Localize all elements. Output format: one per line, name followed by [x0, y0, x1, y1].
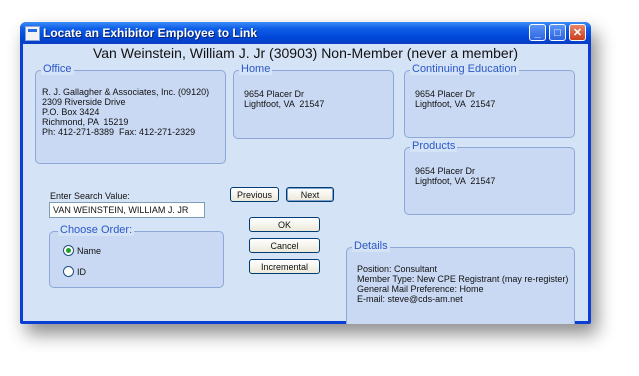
ok-button[interactable]: OK: [249, 217, 320, 232]
dialog-client: Van Weinstein, William J. Jr (30903) Non…: [23, 44, 588, 324]
details-group: Details Position: Consultant Member Type…: [346, 240, 575, 324]
close-icon: ✕: [572, 27, 583, 39]
search-label: Enter Search Value:: [50, 191, 130, 201]
window-title: Locate an Exhibitor Employee to Link: [43, 26, 258, 40]
continuing-education-label: Continuing Education: [410, 63, 519, 75]
office-label: Office: [41, 63, 74, 75]
search-input[interactable]: VAN WEINSTEIN, WILLIAM J. JR: [49, 202, 205, 218]
title-bar[interactable]: Locate an Exhibitor Employee to Link _ □…: [20, 22, 591, 44]
dialog-window: Locate an Exhibitor Employee to Link _ □…: [20, 22, 591, 324]
products-address: 9654 Placer Dr Lightfoot, VA 21547: [415, 166, 496, 186]
radio-checked-icon: [63, 245, 74, 256]
order-option-id-label: ID: [77, 266, 86, 277]
cancel-button[interactable]: Cancel: [249, 238, 320, 253]
choose-order-label: Choose Order:: [58, 224, 135, 236]
home-group: Home 9654 Placer Dr Lightfoot, VA 21547: [233, 63, 394, 139]
app-icon: [25, 26, 40, 41]
details-text: Position: Consultant Member Type: New CP…: [357, 264, 569, 304]
office-address: R. J. Gallagher & Associates, Inc. (0912…: [42, 87, 210, 137]
next-button[interactable]: Next: [286, 187, 334, 202]
continuing-education-group: Continuing Education 9654 Placer Dr Ligh…: [404, 63, 575, 138]
close-button[interactable]: ✕: [569, 24, 586, 41]
continuing-education-address: 9654 Placer Dr Lightfoot, VA 21547: [415, 89, 496, 109]
incremental-button[interactable]: Incremental: [249, 259, 320, 274]
maximize-icon: □: [554, 26, 561, 39]
minimize-icon: _: [534, 26, 541, 39]
products-label: Products: [410, 140, 458, 152]
minimize-button[interactable]: _: [529, 24, 546, 41]
products-group: Products 9654 Placer Dr Lightfoot, VA 21…: [404, 140, 575, 215]
details-label: Details: [352, 240, 390, 252]
home-label: Home: [239, 63, 273, 75]
order-option-name[interactable]: Name: [63, 245, 101, 256]
office-group: Office R. J. Gallagher & Associates, Inc…: [35, 63, 226, 164]
page-title: Van Weinstein, William J. Jr (30903) Non…: [92, 45, 519, 61]
previous-button[interactable]: Previous: [230, 187, 279, 202]
order-option-name-label: Name: [77, 245, 102, 256]
choose-order-group: Choose Order: Name ID: [49, 224, 224, 288]
maximize-button[interactable]: □: [549, 24, 566, 41]
radio-unchecked-icon: [63, 266, 74, 277]
home-address: 9654 Placer Dr Lightfoot, VA 21547: [244, 89, 325, 109]
order-option-id[interactable]: ID: [63, 266, 86, 277]
